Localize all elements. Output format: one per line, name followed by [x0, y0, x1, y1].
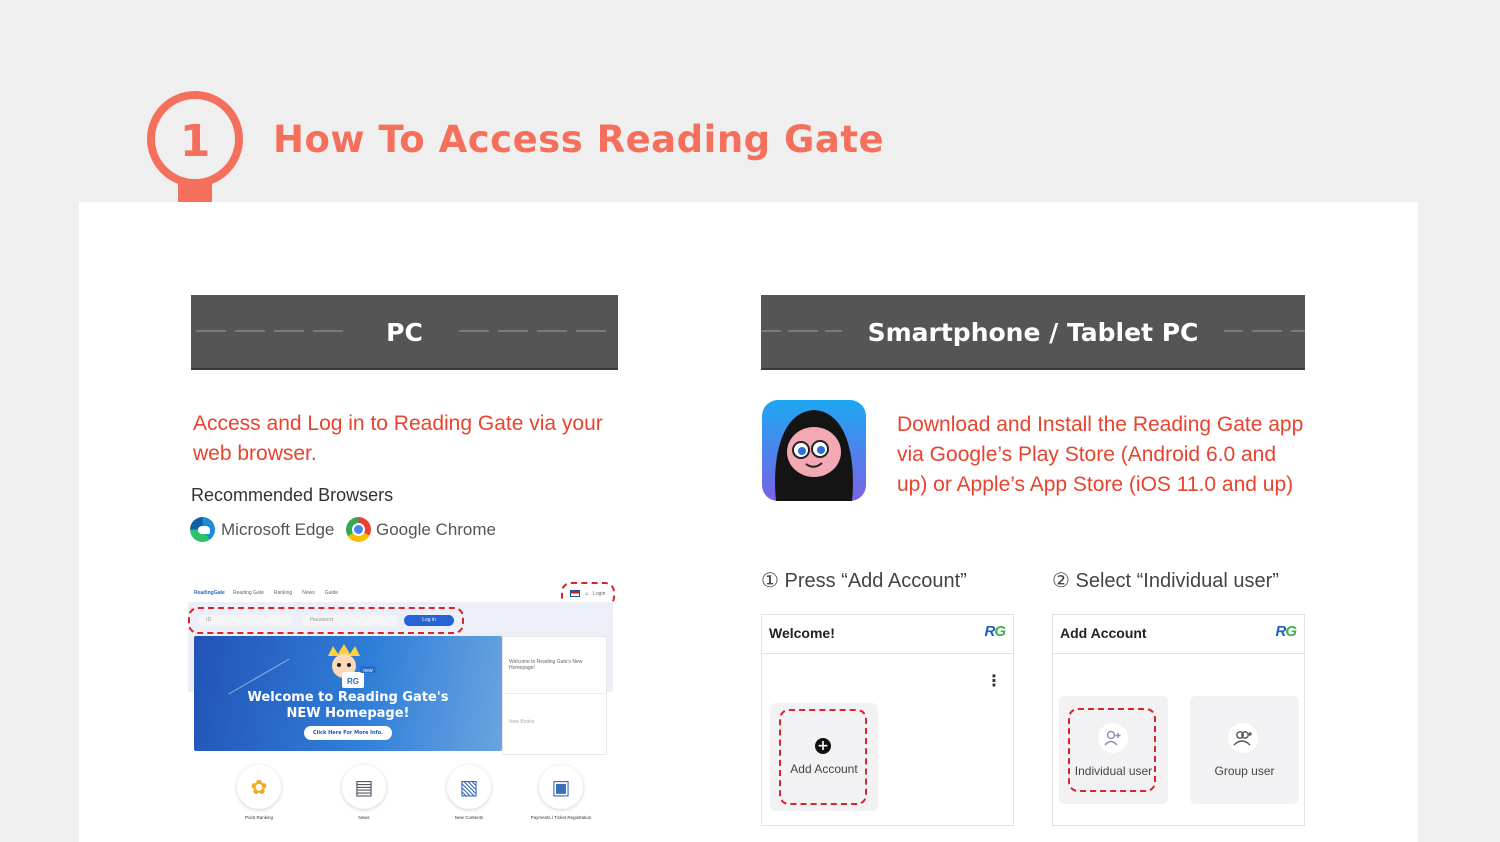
user-icon: ☺ — [584, 590, 590, 597]
side-new-books: New Books — [509, 719, 535, 725]
add-account-screen: Add Account RG Individual user Group use… — [1052, 614, 1305, 826]
welcome-screen-title: Welcome! — [769, 625, 835, 641]
feature-new-contents[interactable]: ▧ New Contents — [434, 765, 504, 821]
feature-news[interactable]: ▤ News — [329, 765, 399, 821]
pc-section-header: PC — [191, 295, 618, 370]
login-button[interactable]: Log in — [404, 615, 454, 626]
pc-section-title: PC — [360, 318, 449, 347]
nav-news[interactable]: News — [302, 590, 315, 596]
chrome-icon — [346, 517, 371, 542]
mobile-section-title: Smartphone / Tablet PC — [841, 318, 1225, 347]
step2-label: ② Select “Individual user” — [1052, 570, 1279, 592]
feature-label: Point Ranking — [244, 815, 274, 820]
rg-logo: RG — [984, 623, 1005, 640]
group-user-icon — [1228, 723, 1258, 753]
mobile-section-header: Smartphone / Tablet PC — [761, 295, 1305, 370]
browser-chrome: Google Chrome — [346, 517, 496, 542]
password-input[interactable]: Password — [302, 615, 398, 626]
side-divider — [503, 693, 606, 694]
group-user-label: Group user — [1214, 764, 1275, 778]
banner-more-info-button[interactable]: Click Here For More Info. — [304, 726, 392, 740]
feature-label: Payments / Ticket Registration — [530, 815, 592, 820]
rg-logo: RG — [1275, 623, 1296, 640]
nav-guide[interactable]: Guide — [325, 590, 338, 596]
browser-edge-label: Microsoft Edge — [221, 519, 335, 539]
page-title: How To Access Reading Gate — [273, 118, 885, 161]
add-account-highlight — [779, 709, 867, 805]
browser-edge: Microsoft Edge — [190, 517, 334, 542]
feature-payments[interactable]: ▣ Payments / Ticket Registration — [526, 765, 596, 821]
id-input[interactable]: ID — [198, 615, 293, 626]
feature-label: News — [358, 815, 370, 820]
more-options-icon[interactable]: ⋮ — [986, 671, 1002, 690]
pc-description: Access and Log in to Reading Gate via yo… — [193, 412, 603, 465]
payment-icon: ▣ — [539, 765, 583, 809]
add-account-screen-title: Add Account — [1060, 625, 1147, 641]
browser-chrome-label: Google Chrome — [376, 519, 497, 539]
step1-label: ① Press “Add Account” — [761, 570, 967, 592]
laurel-icon: ✿ — [237, 765, 281, 809]
mobile-description: Download and Install the Reading Gate ap… — [897, 413, 1304, 496]
side-notice[interactable]: Welcome to Reading Gate's New Homepage! — [509, 659, 589, 671]
individual-user-label: Individual user — [1074, 764, 1153, 778]
svg-text:RG: RG — [347, 677, 359, 686]
books-icon: ▧ — [447, 765, 491, 809]
homepage-banner[interactable]: RG new Welcome to Reading Gate's NEW Hom… — [194, 636, 502, 751]
feature-label: New Contents — [454, 815, 484, 820]
site-logo: ReadingGate — [194, 590, 225, 596]
banner-title-line2: NEW Homepage! — [286, 706, 410, 721]
reading-gate-app-icon — [762, 400, 866, 501]
add-user-icon — [1098, 723, 1128, 753]
mascot-illustration: RG new — [328, 644, 376, 688]
site-nav: Reading Gate Ranking News Guide — [233, 590, 338, 596]
nav-reading-gate[interactable]: Reading Gate — [233, 590, 264, 596]
login-link-label: Login — [593, 590, 606, 597]
edge-icon — [190, 517, 215, 542]
group-user-tile[interactable]: Group user — [1190, 696, 1299, 804]
add-account-tile[interactable]: + Add Account — [770, 703, 878, 811]
individual-user-tile[interactable]: Individual user — [1059, 696, 1168, 804]
feature-point-ranking[interactable]: ✿ Point Ranking — [224, 765, 294, 821]
news-icon: ▤ — [342, 765, 386, 809]
side-panel: Welcome to Reading Gate's New Homepage! … — [502, 636, 607, 755]
recommended-browsers-label: Recommended Browsers — [191, 485, 394, 505]
step-number: 1 — [180, 116, 211, 167]
nav-ranking[interactable]: Ranking — [274, 590, 292, 596]
add-account-label: Add Account — [790, 762, 858, 776]
step-number-badge: 1 — [147, 91, 243, 202]
plus-circle-icon: + — [815, 738, 831, 754]
banner-title-line1: Welcome to Reading Gate's — [247, 690, 449, 705]
new-badge: new — [363, 668, 373, 674]
welcome-screen: Welcome! RG ⋮ + Add Account — [761, 614, 1014, 826]
login-link[interactable]: ☺ Login — [570, 590, 605, 597]
us-flag-icon — [570, 590, 580, 597]
